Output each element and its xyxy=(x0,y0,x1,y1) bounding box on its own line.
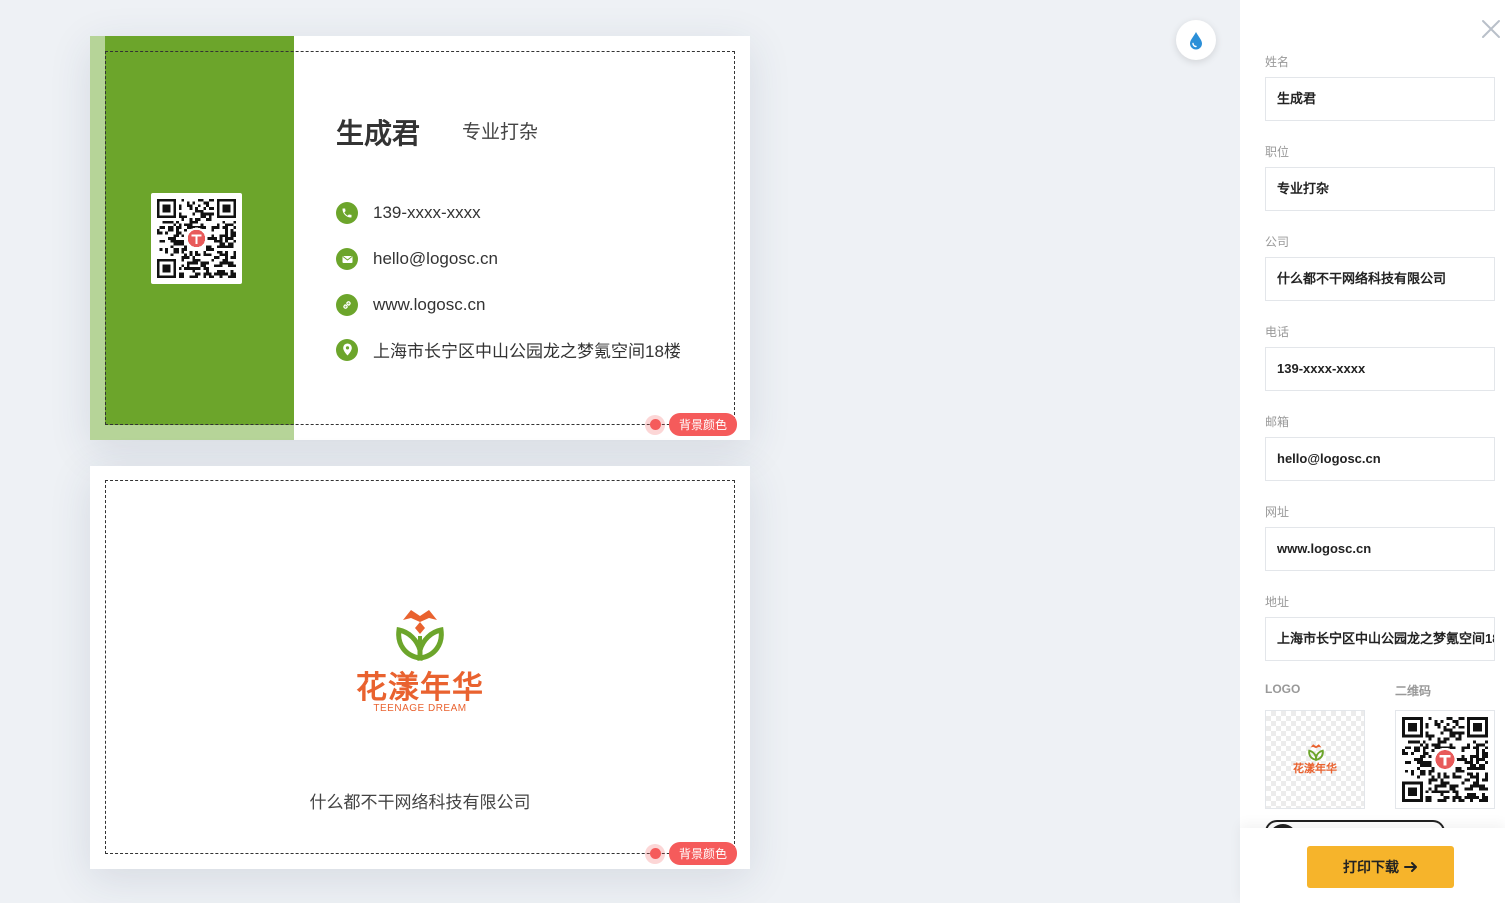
phone-label: 电话 xyxy=(1265,325,1290,339)
link-icon xyxy=(336,294,358,316)
bg-color-dot xyxy=(645,843,665,864)
logo-chinese-text: 花漾年华 xyxy=(356,670,484,705)
card-position[interactable]: 专业打杂 xyxy=(462,117,538,144)
name-label: 姓名 xyxy=(1265,55,1290,69)
card-website: www.logosc.cn xyxy=(373,295,486,314)
company-input[interactable]: 什么都不干网络科技有限公司 xyxy=(1265,257,1495,301)
card-name[interactable]: 生成君 xyxy=(336,112,420,152)
qr-label: 二维码 xyxy=(1395,684,1432,698)
front-bg-color-label: 背景颜色 xyxy=(669,413,738,436)
address-input[interactable]: 上海市长宁区中山公园龙之梦氪空间18楼 xyxy=(1265,617,1495,661)
print-download-button[interactable]: 打印下载 xyxy=(1307,846,1454,888)
logo-english-text: TEENAGE DREAM xyxy=(373,703,467,714)
print-download-label: 打印下载 xyxy=(1343,859,1399,875)
email-input[interactable]: hello@logosc.cn xyxy=(1265,437,1495,481)
qr-code-icon[interactable] xyxy=(151,193,242,284)
canvas-workspace: 生成君 专业打杂 139-xxxx-xxxx hello@logosc.cn w… xyxy=(0,0,1240,903)
arrow-right-icon xyxy=(1404,862,1417,872)
card-phone: 139-xxxx-xxxx xyxy=(373,203,481,222)
flower-logo-icon xyxy=(396,610,444,661)
close-icon[interactable] xyxy=(1480,18,1502,40)
card-email: hello@logosc.cn xyxy=(373,249,498,268)
phone-input[interactable]: 139-xxxx-xxxx xyxy=(1265,347,1495,391)
back-bg-color-label: 背景颜色 xyxy=(669,842,738,865)
logo-upload[interactable]: 花漾年华 xyxy=(1265,710,1365,809)
name-input[interactable]: 生成君 xyxy=(1265,77,1495,121)
business-card-back[interactable]: 花漾年华 TEENAGE DREAM 什么都不干网络科技有限公司 背景颜色 xyxy=(90,466,750,869)
address-label: 地址 xyxy=(1265,595,1290,609)
card-email-row[interactable]: hello@logosc.cn xyxy=(336,248,498,270)
qr-upload[interactable] xyxy=(1395,710,1495,809)
water-drop-icon[interactable] xyxy=(1176,20,1216,60)
card-address: 上海市长宁区中山公园龙之梦氪空间18楼 xyxy=(373,342,681,361)
logo-label: LOGO xyxy=(1265,682,1301,696)
website-label: 网址 xyxy=(1265,505,1290,519)
company-label: 公司 xyxy=(1265,235,1290,249)
email-label: 邮箱 xyxy=(1265,415,1290,429)
brand-logo[interactable]: 花漾年华 TEENAGE DREAM xyxy=(345,606,495,718)
front-bg-color-tag[interactable]: 背景颜色 xyxy=(645,413,738,436)
panel-footer: 打印下载 xyxy=(1240,828,1505,903)
flower-logo-icon xyxy=(1308,744,1324,761)
card-address-row[interactable]: 上海市长宁区中山公园龙之梦氪空间18楼 xyxy=(336,337,681,362)
back-company-name[interactable]: 什么都不干网络科技有限公司 xyxy=(90,788,750,813)
position-label: 职位 xyxy=(1265,145,1290,159)
card-phone-row[interactable]: 139-xxxx-xxxx xyxy=(336,202,481,224)
location-icon xyxy=(336,338,358,361)
edit-panel: 姓名 生成君 职位 专业打杂 公司 什么都不干网络科技有限公司 电话 139-x… xyxy=(1240,0,1505,903)
phone-icon xyxy=(336,202,358,224)
business-card-front[interactable]: 生成君 专业打杂 139-xxxx-xxxx hello@logosc.cn w… xyxy=(90,36,750,440)
website-input[interactable]: www.logosc.cn xyxy=(1265,527,1495,571)
back-bg-color-tag[interactable]: 背景颜色 xyxy=(645,842,738,865)
bg-color-dot xyxy=(645,414,665,435)
logo-thumb-text: 花漾年华 xyxy=(1293,763,1337,775)
card-website-row[interactable]: www.logosc.cn xyxy=(336,294,485,316)
mail-icon xyxy=(336,248,358,270)
position-input[interactable]: 专业打杂 xyxy=(1265,167,1495,211)
